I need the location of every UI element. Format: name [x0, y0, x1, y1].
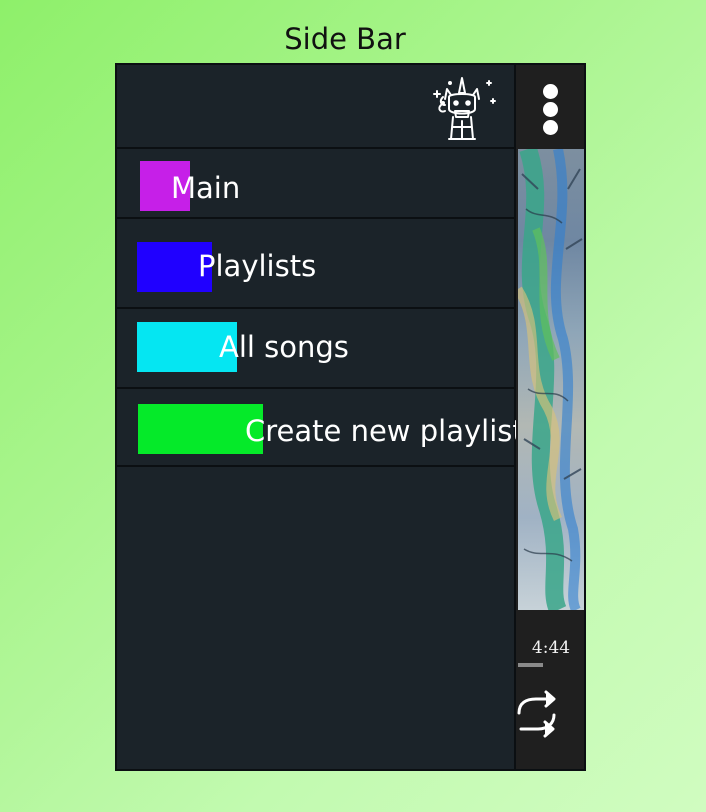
sidebar-item-create-new-playlist[interactable]: Create new playlist	[117, 389, 524, 467]
player-rail: 4:44	[516, 63, 586, 771]
more-vertical-icon[interactable]	[540, 82, 562, 136]
sidebar-item-label: Playlists	[198, 249, 317, 283]
sidebar-item-playlists[interactable]: Playlists	[117, 219, 514, 309]
sidebar-item-label: Create new playlist	[245, 414, 524, 448]
sidebar-item-label: Main	[171, 171, 241, 205]
sidebar-header	[117, 65, 514, 149]
sidebar-item-all-songs[interactable]: All songs	[117, 309, 514, 389]
sidebar-item-label: All songs	[219, 330, 349, 364]
track-time: 4:44	[531, 638, 571, 658]
sidebar-item-main[interactable]: Main	[117, 149, 514, 219]
sidebar-panel: Main Playlists All songs Create new play…	[115, 63, 524, 771]
unicorn-icon	[433, 77, 496, 140]
progress-bar[interactable]	[518, 663, 543, 667]
page-title: Side Bar	[284, 22, 406, 56]
album-art	[518, 149, 584, 610]
repeat-icon[interactable]	[516, 689, 560, 739]
